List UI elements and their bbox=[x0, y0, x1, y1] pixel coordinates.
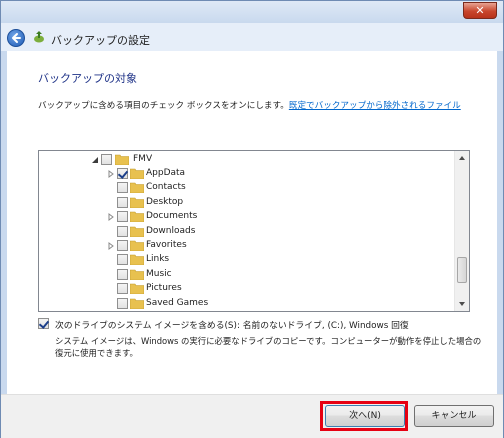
tree-item-label: Saved Games bbox=[146, 297, 209, 308]
collapsed-arrow-icon[interactable] bbox=[107, 242, 115, 250]
tree-item-checkbox[interactable] bbox=[117, 254, 128, 266]
collapsed-arrow-icon[interactable] bbox=[107, 213, 115, 222]
scroll-up-arrow-icon[interactable] bbox=[455, 151, 469, 165]
tree-item[interactable]: Desktop bbox=[39, 196, 457, 210]
folder-icon bbox=[130, 255, 144, 266]
collapsed-arrow-icon[interactable] bbox=[107, 170, 115, 178]
folder-icon bbox=[130, 197, 144, 208]
tree-item-checkbox[interactable] bbox=[117, 283, 128, 295]
backup-icon bbox=[34, 31, 44, 43]
scroll-down-arrow-icon[interactable] bbox=[455, 297, 469, 311]
tree-item[interactable]: Saved Games bbox=[39, 297, 457, 311]
folder-icon bbox=[115, 154, 129, 165]
dialog-footer: 次へ(N) キャンセル bbox=[1, 394, 503, 438]
tree-item[interactable]: Music bbox=[39, 268, 457, 282]
arrow-left-icon bbox=[12, 33, 21, 43]
tree-item-label: Documents bbox=[146, 211, 198, 222]
tree-item-checkbox[interactable] bbox=[117, 211, 128, 223]
tree-item-checkbox[interactable] bbox=[117, 240, 128, 251]
tree-item-checkbox[interactable] bbox=[117, 168, 128, 179]
tree-item-label: Downloads bbox=[146, 225, 196, 236]
scrollbar-thumb[interactable] bbox=[457, 257, 467, 283]
title-bar: ✕ bbox=[1, 1, 503, 23]
tree-item-checkbox[interactable] bbox=[117, 268, 128, 280]
folder-icon bbox=[130, 269, 144, 280]
section-title: バックアップの対象 bbox=[38, 72, 137, 85]
tree-item[interactable]: Downloads bbox=[39, 225, 457, 239]
window-title: バックアップの設定 bbox=[51, 34, 150, 47]
tree-item-checkbox[interactable] bbox=[117, 196, 128, 208]
tree-item-label: Links bbox=[146, 254, 170, 265]
tree-item-checkbox[interactable] bbox=[117, 225, 128, 237]
system-image-description: システム イメージは、Windows の実行に必要なドライブのコピーです。コンピ… bbox=[55, 336, 482, 358]
tree-item-checkbox[interactable] bbox=[117, 182, 128, 194]
expanded-arrow-icon[interactable] bbox=[91, 156, 99, 164]
tree-item[interactable]: AppData bbox=[39, 167, 457, 181]
tree-item-label: Desktop bbox=[146, 196, 184, 207]
dialog-header: バックアップの設定 bbox=[1, 23, 503, 51]
highlight-box bbox=[320, 401, 408, 431]
folder-icon bbox=[130, 283, 144, 295]
folder-icon bbox=[130, 298, 144, 309]
tree-item-label: Music bbox=[146, 268, 172, 279]
folder-icon bbox=[130, 240, 144, 251]
tree-item-label: AppData bbox=[146, 168, 186, 178]
tree-item[interactable]: Links bbox=[39, 253, 457, 267]
tree-item-checkbox[interactable] bbox=[117, 297, 128, 309]
excluded-files-link[interactable]: 既定でバックアップから除外されるファイル bbox=[289, 101, 461, 111]
description-text: バックアップに含める項目のチェック ボックスをオンにします。 bbox=[38, 101, 289, 111]
backup-item-tree[interactable]: FMV AppData Contacts Desktop Documents Downl… bbox=[38, 150, 470, 312]
tree-root-fmv[interactable]: FMV bbox=[39, 153, 457, 167]
close-button[interactable]: ✕ bbox=[463, 2, 497, 19]
tree-item[interactable]: Documents bbox=[39, 210, 457, 224]
tree-item-label: Favorites bbox=[146, 240, 187, 250]
tree-item[interactable]: Favorites bbox=[39, 239, 457, 253]
system-image-checkbox[interactable] bbox=[38, 318, 49, 329]
description: バックアップに含める項目のチェック ボックスをオンにします。既定でバックアップか… bbox=[38, 99, 461, 111]
folder-icon bbox=[130, 168, 144, 179]
tree-vertical-scrollbar[interactable] bbox=[454, 151, 469, 311]
folder-icon bbox=[130, 183, 144, 194]
fmv-checkbox[interactable] bbox=[101, 154, 112, 165]
tree-item[interactable]: Contacts bbox=[39, 181, 457, 195]
tree-item-label: Pictures bbox=[146, 283, 182, 294]
tree-item[interactable]: Pictures bbox=[39, 282, 457, 296]
tree-item-label: Contacts bbox=[146, 182, 186, 193]
folder-icon bbox=[130, 211, 144, 223]
folder-icon bbox=[130, 226, 144, 237]
cancel-button[interactable]: キャンセル bbox=[414, 405, 494, 427]
back-button[interactable] bbox=[7, 29, 25, 47]
tree-item-label: FMV bbox=[133, 154, 153, 164]
system-image-label: 次のドライブのシステム イメージを含める(S): 名前のないドライブ, (C:)… bbox=[55, 321, 409, 331]
